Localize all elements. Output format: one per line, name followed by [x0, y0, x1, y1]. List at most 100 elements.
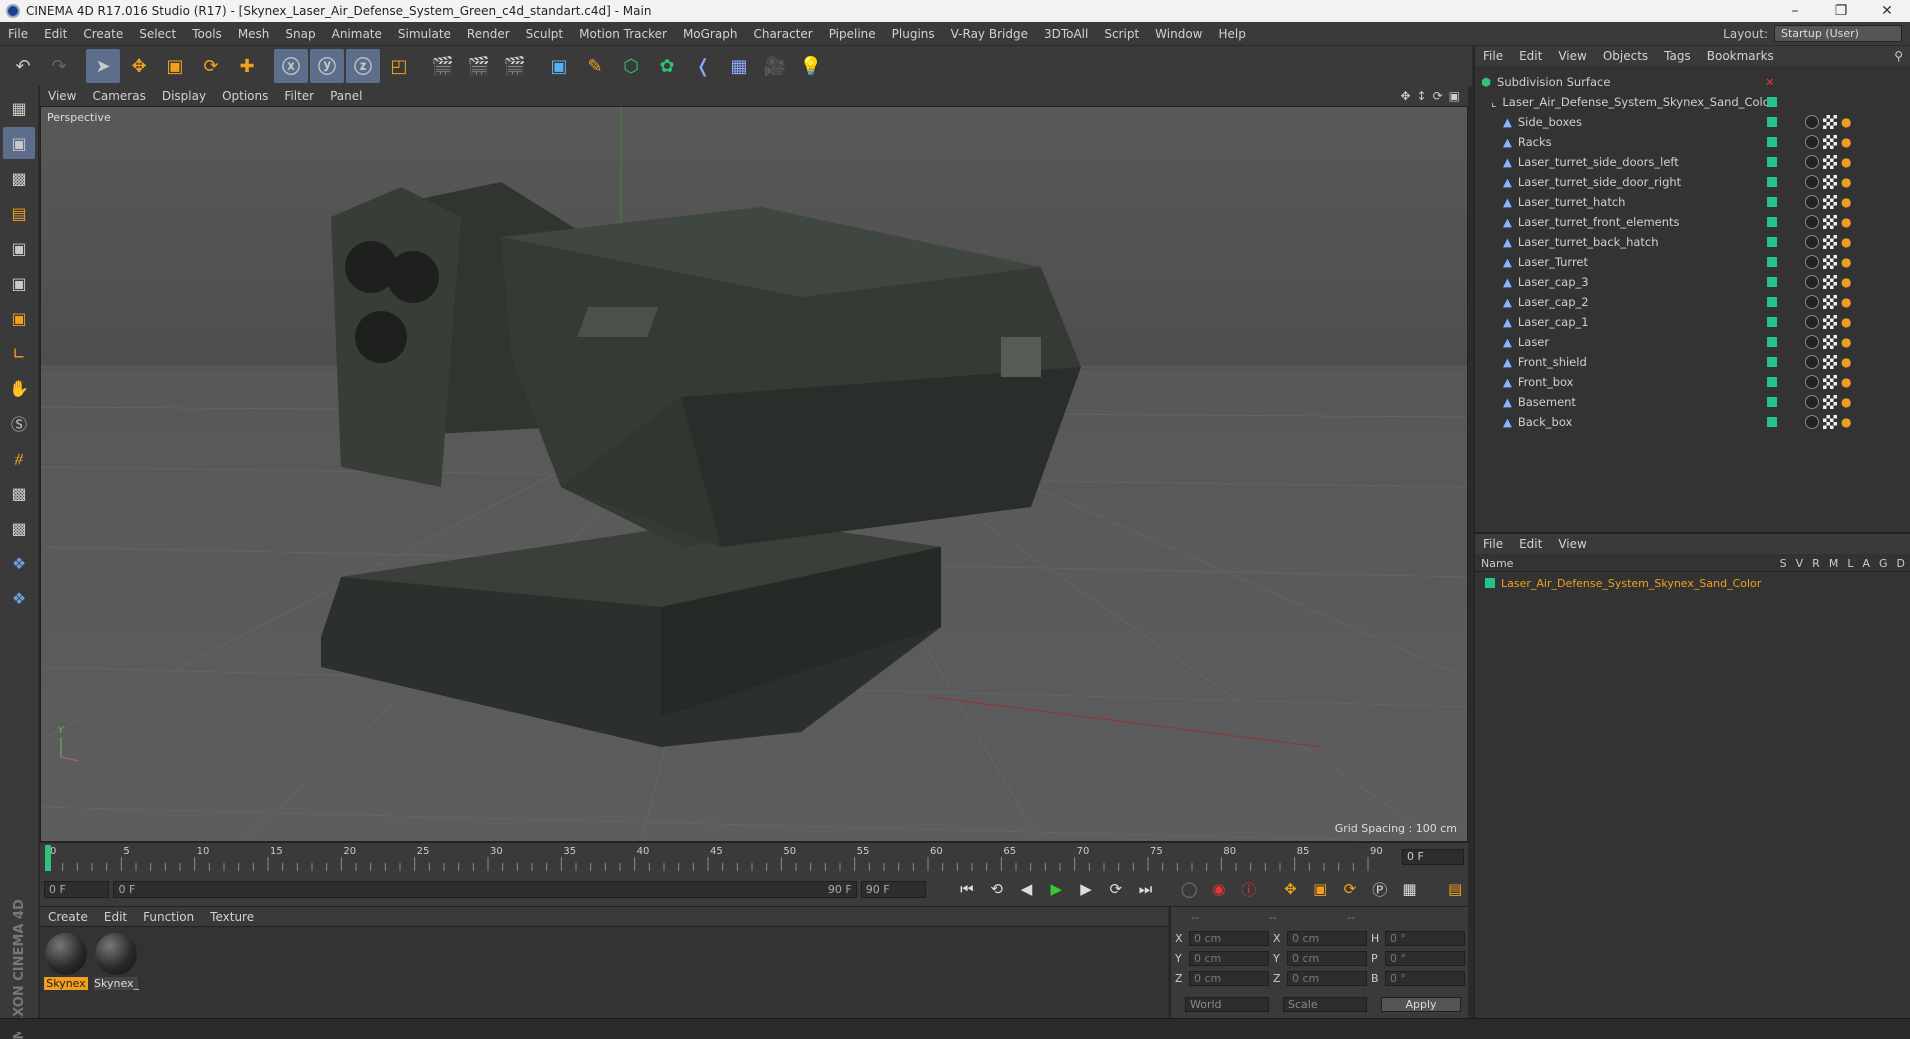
- menu-sculpt[interactable]: Sculpt: [518, 27, 571, 41]
- menu-edit[interactable]: Edit: [36, 27, 75, 41]
- object-row[interactable]: ▲ Laser_cap_1 ●: [1475, 312, 1910, 332]
- phong-tag-icon[interactable]: ●: [1841, 355, 1855, 369]
- python-script-icon[interactable]: ❖: [3, 582, 35, 614]
- object-visibility-toggle[interactable]: [1767, 357, 1777, 367]
- python-icon[interactable]: ❖: [3, 547, 35, 579]
- make-editable-icon[interactable]: ▦: [3, 92, 35, 124]
- objects-menu-view[interactable]: View: [1550, 49, 1594, 63]
- minimize-button[interactable]: –: [1772, 3, 1818, 19]
- viewport-menu-filter[interactable]: Filter: [276, 89, 322, 103]
- material-tag-icon[interactable]: [1805, 415, 1819, 429]
- rotation-h-field[interactable]: 0 °: [1385, 931, 1465, 946]
- object-row[interactable]: ▲ Laser_turret_front_elements ●: [1475, 212, 1910, 232]
- go-to-end-icon[interactable]: ⏭: [1133, 876, 1159, 902]
- material-tag-icon[interactable]: [1805, 235, 1819, 249]
- layers-menu-view[interactable]: View: [1550, 537, 1594, 551]
- object-disable-icon[interactable]: ✕: [1765, 75, 1775, 89]
- key-pla-icon[interactable]: ▦: [1397, 876, 1423, 902]
- layers-menu-file[interactable]: File: [1475, 537, 1511, 551]
- play-icon[interactable]: ▶: [1043, 876, 1069, 902]
- previous-frame-icon[interactable]: ◀: [1014, 876, 1040, 902]
- menu-render[interactable]: Render: [459, 27, 518, 41]
- material-tag-icon[interactable]: [1805, 315, 1819, 329]
- material-swatch[interactable]: Skynex: [44, 933, 88, 1012]
- object-visibility-toggle[interactable]: [1767, 337, 1777, 347]
- material-menu-texture[interactable]: Texture: [202, 910, 262, 924]
- texture-tag-icon[interactable]: [1823, 115, 1837, 129]
- key-scale-icon[interactable]: ▣: [1307, 876, 1333, 902]
- transform-icon[interactable]: ✚: [230, 49, 264, 83]
- pen-spline-icon[interactable]: ✎: [578, 49, 612, 83]
- material-menu-create[interactable]: Create: [40, 910, 96, 924]
- material-tag-icon[interactable]: [1805, 115, 1819, 129]
- model-mode-icon[interactable]: ▣: [3, 127, 35, 159]
- object-visibility-toggle[interactable]: [1767, 297, 1777, 307]
- object-visibility-toggle[interactable]: [1767, 317, 1777, 327]
- material-tag-icon[interactable]: [1805, 215, 1819, 229]
- phong-tag-icon[interactable]: ●: [1841, 335, 1855, 349]
- next-key-icon[interactable]: ⟳: [1103, 876, 1129, 902]
- viewport-menu-panel[interactable]: Panel: [322, 89, 370, 103]
- object-visibility-toggle[interactable]: [1767, 397, 1777, 407]
- viewport-menu-options[interactable]: Options: [214, 89, 276, 103]
- rotation-p-field[interactable]: 0 °: [1385, 951, 1465, 966]
- move-icon[interactable]: ✥: [122, 49, 156, 83]
- key-rotation-icon[interactable]: ⟳: [1337, 876, 1363, 902]
- object-visibility-toggle[interactable]: [1767, 137, 1777, 147]
- record-keys-disabled-icon[interactable]: ◯: [1176, 876, 1202, 902]
- redo-icon[interactable]: ↷: [42, 49, 76, 83]
- menu-file[interactable]: File: [0, 27, 36, 41]
- texture-tag-icon[interactable]: [1823, 335, 1837, 349]
- edges-mode-icon[interactable]: ▣: [3, 267, 35, 299]
- object-visibility-toggle[interactable]: [1767, 417, 1777, 427]
- menu-vray-bridge[interactable]: V-Ray Bridge: [943, 27, 1036, 41]
- workplane-snap-icon[interactable]: ▩: [3, 512, 35, 544]
- viewport-menu-cameras[interactable]: Cameras: [84, 89, 153, 103]
- objects-menu-file[interactable]: File: [1475, 49, 1511, 63]
- timeline-window-icon[interactable]: ▤: [1442, 876, 1468, 902]
- menu-mesh[interactable]: Mesh: [230, 27, 278, 41]
- frame-range-slider[interactable]: 0 F 90 F: [113, 880, 857, 898]
- menu-create[interactable]: Create: [75, 27, 131, 41]
- objects-menu-bookmarks[interactable]: Bookmarks: [1699, 49, 1782, 63]
- texture-tag-icon[interactable]: [1823, 135, 1837, 149]
- texture-tag-icon[interactable]: [1823, 395, 1837, 409]
- objects-menu-objects[interactable]: Objects: [1595, 49, 1656, 63]
- object-row[interactable]: ▲ Laser_cap_3 ●: [1475, 272, 1910, 292]
- texture-tag-icon[interactable]: [1823, 195, 1837, 209]
- coord-scale-select[interactable]: Scale: [1283, 997, 1367, 1012]
- scale-icon[interactable]: ▣: [158, 49, 192, 83]
- layer-row[interactable]: Laser_Air_Defense_System_Skynex_Sand_Col…: [1475, 574, 1910, 592]
- perspective-viewport[interactable]: Y Perspective Grid Spacing : 100 cm: [40, 106, 1468, 842]
- maximize-button[interactable]: ❐: [1818, 3, 1864, 19]
- object-row-group[interactable]: ⌞ Laser_Air_Defense_System_Skynex_Sand_C…: [1475, 92, 1910, 112]
- phong-tag-icon[interactable]: ●: [1841, 375, 1855, 389]
- record-active-icon[interactable]: ◉: [1206, 876, 1232, 902]
- material-tag-icon[interactable]: [1805, 275, 1819, 289]
- texture-tag-icon[interactable]: [1823, 355, 1837, 369]
- position-z-field[interactable]: 0 cm: [1189, 971, 1269, 986]
- object-row[interactable]: ▲ Laser_turret_back_hatch ●: [1475, 232, 1910, 252]
- texture-tag-icon[interactable]: [1823, 415, 1837, 429]
- phong-tag-icon[interactable]: ●: [1841, 275, 1855, 289]
- rotation-b-field[interactable]: 0 °: [1385, 971, 1465, 986]
- size-y-field[interactable]: 0 cm: [1287, 951, 1367, 966]
- viewport-move-icon[interactable]: ✥: [1400, 89, 1410, 103]
- phong-tag-icon[interactable]: ●: [1841, 135, 1855, 149]
- axis-mode-icon[interactable]: ∟: [3, 337, 35, 369]
- texture-tag-icon[interactable]: [1823, 295, 1837, 309]
- material-menu-edit[interactable]: Edit: [96, 910, 135, 924]
- object-row[interactable]: ▲ Laser ●: [1475, 332, 1910, 352]
- select-arrow-icon[interactable]: ➤: [86, 49, 120, 83]
- viewport-zoom-icon[interactable]: ↕: [1417, 89, 1427, 103]
- menu-window[interactable]: Window: [1147, 27, 1210, 41]
- timeline-playhead[interactable]: [45, 845, 51, 871]
- z-axis-icon[interactable]: ⓩ: [346, 49, 380, 83]
- solo-icon[interactable]: Ⓢ: [3, 407, 35, 439]
- coord-mode-select[interactable]: World: [1185, 997, 1269, 1012]
- object-visibility-toggle[interactable]: [1767, 217, 1777, 227]
- render-picture-viewer-icon[interactable]: 🎬: [462, 49, 496, 83]
- material-tag-icon[interactable]: [1805, 155, 1819, 169]
- object-search-icon[interactable]: ⚲: [1894, 49, 1910, 63]
- menu-simulate[interactable]: Simulate: [390, 27, 459, 41]
